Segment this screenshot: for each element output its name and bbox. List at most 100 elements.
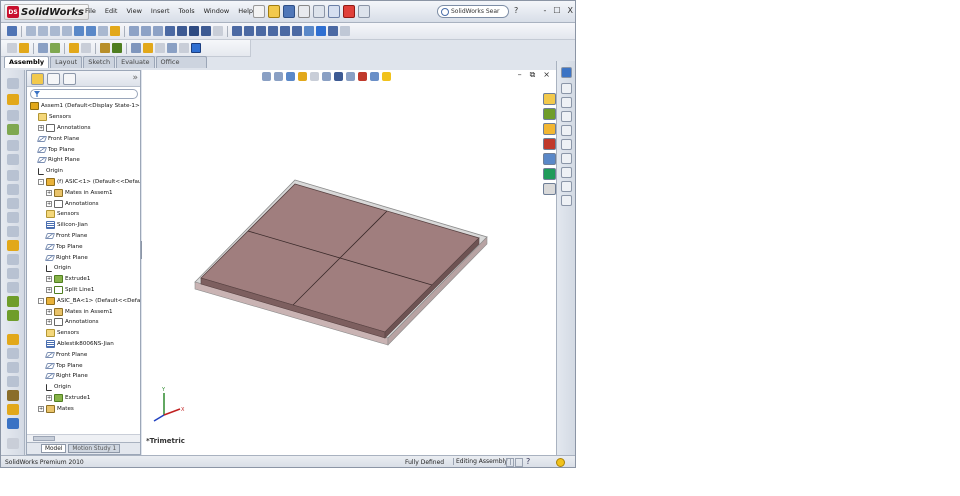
- menu-help[interactable]: Help: [238, 7, 253, 15]
- expand-icon[interactable]: +: [38, 124, 44, 131]
- wireframe-icon[interactable]: [129, 26, 139, 36]
- hidden-lines-removed-icon[interactable]: [153, 26, 163, 36]
- expand-icon[interactable]: +: [46, 319, 52, 326]
- tree-row[interactable]: - ASIC_BA<1> (Default<<Defa: [38, 295, 140, 306]
- tree-row[interactable]: Top Plane: [44, 360, 83, 371]
- sketch-relations-icon[interactable]: [340, 26, 350, 36]
- polygon-tool-icon[interactable]: [561, 125, 572, 136]
- toolbox-strip-icon[interactable]: [7, 418, 19, 429]
- geometry-analysis-icon[interactable]: [280, 26, 290, 36]
- bill-of-materials-icon[interactable]: [155, 43, 165, 53]
- insert-components-icon[interactable]: [7, 78, 19, 89]
- zoom-in-out-icon[interactable]: [50, 26, 60, 36]
- collapse-icon[interactable]: -: [38, 297, 44, 304]
- status-cell-1[interactable]: [506, 458, 514, 467]
- measure-icon[interactable]: [232, 26, 242, 36]
- rebuild-icon[interactable]: [343, 5, 355, 18]
- tree-row[interactable]: Front Plane: [44, 231, 87, 242]
- centerline-tool-icon[interactable]: [561, 167, 572, 178]
- interference-icon[interactable]: [328, 26, 338, 36]
- tab-model[interactable]: Model: [41, 444, 67, 453]
- insert-component-icon[interactable]: [7, 43, 17, 53]
- tree-row[interactable]: + Extrude1: [46, 274, 90, 285]
- line-tool-icon[interactable]: [561, 67, 572, 78]
- section-properties-icon[interactable]: [256, 26, 266, 36]
- more-strip-icon[interactable]: [7, 438, 19, 449]
- view-orientation-icon[interactable]: [110, 26, 120, 36]
- menu-edit[interactable]: Edit: [105, 7, 118, 15]
- tree-row[interactable]: + Extrude1: [46, 393, 90, 404]
- menu-file[interactable]: File: [85, 7, 96, 15]
- expand-icon[interactable]: +: [46, 189, 52, 196]
- instant3d-icon[interactable]: [191, 43, 201, 53]
- tab-layout[interactable]: Layout: [50, 56, 83, 68]
- arc-tool-icon[interactable]: [561, 111, 572, 122]
- search-pane-icon[interactable]: [543, 138, 556, 150]
- tree-row[interactable]: Right Plane: [36, 155, 80, 166]
- bom-strip-icon[interactable]: [7, 212, 19, 223]
- hidden-lines-visible-icon[interactable]: [141, 26, 151, 36]
- options-icon[interactable]: [358, 5, 370, 18]
- hole-strip-icon[interactable]: [7, 254, 19, 265]
- tree-row[interactable]: Sensors: [38, 112, 71, 123]
- mate-strip-icon[interactable]: [7, 94, 19, 105]
- tree-row[interactable]: + Annotations: [46, 198, 99, 209]
- explode-line-sketch-icon[interactable]: [179, 43, 189, 53]
- solidworks-resources-icon[interactable]: [543, 93, 556, 105]
- design-library-icon[interactable]: [543, 108, 556, 120]
- offset-tool-icon[interactable]: [561, 195, 572, 206]
- tree-row[interactable]: Front Plane: [36, 133, 79, 144]
- motion-study-strip-icon[interactable]: [7, 198, 19, 209]
- menu-window[interactable]: Window: [204, 7, 230, 15]
- weld-strip-icon[interactable]: [7, 268, 19, 279]
- perspective-icon[interactable]: [201, 26, 211, 36]
- mass-properties-icon[interactable]: [244, 26, 254, 36]
- expand-icon[interactable]: +: [46, 286, 52, 293]
- tab-motion-study-1[interactable]: Motion Study 1: [68, 444, 121, 453]
- view-palette-icon[interactable]: [543, 153, 556, 165]
- tab-evaluate[interactable]: Evaluate: [116, 56, 155, 68]
- new-document-icon[interactable]: [253, 5, 265, 18]
- tree-row[interactable]: Right Plane: [44, 371, 88, 382]
- tree-row[interactable]: Origin: [46, 382, 71, 393]
- solidworks-logo[interactable]: DS SolidWorks: [4, 4, 89, 20]
- expand-icon[interactable]: +: [46, 276, 52, 283]
- graphics-area[interactable]: – ⧉ × Y X *Trimetric: [142, 70, 556, 455]
- tree-row[interactable]: Sensors: [46, 328, 79, 339]
- tree-row[interactable]: Origin: [38, 166, 63, 177]
- menu-tools[interactable]: Tools: [179, 7, 195, 15]
- open-folder-icon[interactable]: [268, 5, 280, 18]
- layout-strip-icon[interactable]: [7, 334, 19, 345]
- scrollbar-thumb[interactable]: [33, 436, 55, 441]
- status-help-icon[interactable]: ?: [526, 457, 530, 466]
- component-pattern-icon[interactable]: [7, 110, 19, 121]
- explode-strip-icon[interactable]: [7, 226, 19, 237]
- menu-view[interactable]: View: [126, 7, 141, 15]
- minimize-button[interactable]: -: [543, 6, 546, 15]
- tree-row[interactable]: Ablestik8006NS-Jian: [46, 339, 114, 350]
- chevron-right-icon[interactable]: »: [132, 73, 138, 83]
- shaded-with-edges-icon[interactable]: [165, 26, 175, 36]
- reference-geometry-icon[interactable]: [131, 43, 141, 53]
- tree-row[interactable]: Front Plane: [44, 349, 87, 360]
- linear-pattern-icon[interactable]: [50, 43, 60, 53]
- tab-assembly[interactable]: Assembly: [4, 56, 50, 68]
- photoview-strip-icon[interactable]: [7, 404, 19, 415]
- tree-row[interactable]: Origin: [46, 263, 71, 274]
- tab-office-products[interactable]: Office Products: [155, 56, 207, 77]
- tree-row[interactable]: Assem1 (Default<Display State-1>): [30, 101, 140, 112]
- tree-row[interactable]: - (f) ASIC<1> (Default<<Default: [38, 177, 140, 188]
- feature-filter-input[interactable]: [30, 89, 138, 99]
- select-tool-icon[interactable]: [7, 26, 17, 36]
- tree-row[interactable]: Silicon-Jian: [46, 220, 88, 231]
- show-hidden-icon[interactable]: [100, 43, 110, 53]
- smart-dimension-strip-icon[interactable]: [7, 296, 19, 307]
- pan-icon[interactable]: [86, 26, 96, 36]
- tree-row[interactable]: + Mates in Assem1: [46, 306, 113, 317]
- menu-insert[interactable]: Insert: [151, 7, 170, 15]
- custom-properties-icon[interactable]: [543, 183, 556, 195]
- tree-row[interactable]: Sensors: [46, 209, 79, 220]
- model-view[interactable]: Y X: [142, 70, 556, 455]
- rectangle-tool-icon[interactable]: [561, 83, 572, 94]
- smart-fastener-strip-icon[interactable]: [7, 124, 19, 135]
